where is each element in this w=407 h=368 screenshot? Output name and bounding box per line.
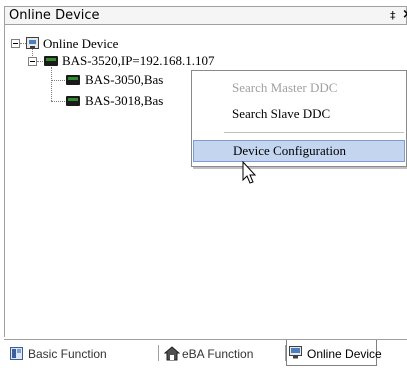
tree-node-child[interactable]: BAS-3050,Bas	[85, 72, 163, 88]
menu-separator	[224, 132, 404, 133]
tab-label: Basic Function	[28, 347, 107, 361]
tab-label: eBA Function	[182, 347, 254, 361]
menu-item-label: Search Slave DDC	[232, 106, 331, 121]
basic-function-icon	[10, 347, 23, 360]
tab-divider	[158, 345, 159, 361]
ddc-icon	[66, 75, 80, 85]
device-icon	[26, 37, 39, 49]
menu-item-search-slave-ddc[interactable]: Search Slave DDC	[192, 103, 406, 125]
building-icon	[164, 346, 180, 361]
ddc-icon	[66, 96, 80, 106]
tab-label: Online Device	[307, 347, 382, 361]
tree-connector	[37, 61, 43, 62]
device-icon	[289, 346, 302, 359]
menu-item-search-master-ddc[interactable]: Search Master DDC	[192, 77, 406, 99]
tree-node-controller[interactable]: BAS-3520,IP=192.168.1.107	[62, 53, 215, 69]
menu-item-label: Device Configuration	[233, 143, 346, 158]
tab-eba-function[interactable]: eBA Function	[162, 343, 282, 365]
mouse-pointer-icon	[242, 161, 257, 184]
tree-connector	[51, 67, 52, 101]
menu-item-label: Search Master DDC	[232, 80, 338, 95]
tree-node-root[interactable]: Online Device	[43, 36, 118, 52]
tree-connector	[51, 80, 65, 81]
tab-online-device[interactable]: Online Device	[286, 340, 382, 366]
pin-icon[interactable]: ‡	[390, 9, 396, 22]
panel-titlebar: Online Device ‡ ×	[4, 6, 407, 25]
collapse-root-icon[interactable]	[11, 39, 20, 48]
menu-item-device-configuration[interactable]: Device Configuration	[193, 140, 405, 162]
tree-node-child[interactable]: BAS-3018,Bas	[85, 93, 163, 109]
ddc-icon	[44, 56, 58, 66]
online-device-panel: Online Device ‡ × Online Device BAS-3520…	[0, 0, 407, 368]
panel-title: Online Device	[9, 8, 100, 23]
collapse-controller-icon[interactable]	[28, 57, 37, 66]
close-icon[interactable]: ×	[402, 7, 407, 22]
panel-tab-strip: Basic Function eBA Function Online Devic…	[4, 339, 407, 368]
context-menu: Search Master DDC Search Slave DDC Devic…	[191, 70, 407, 167]
tab-basic-function[interactable]: Basic Function	[8, 343, 154, 365]
tree-connector	[51, 101, 65, 102]
